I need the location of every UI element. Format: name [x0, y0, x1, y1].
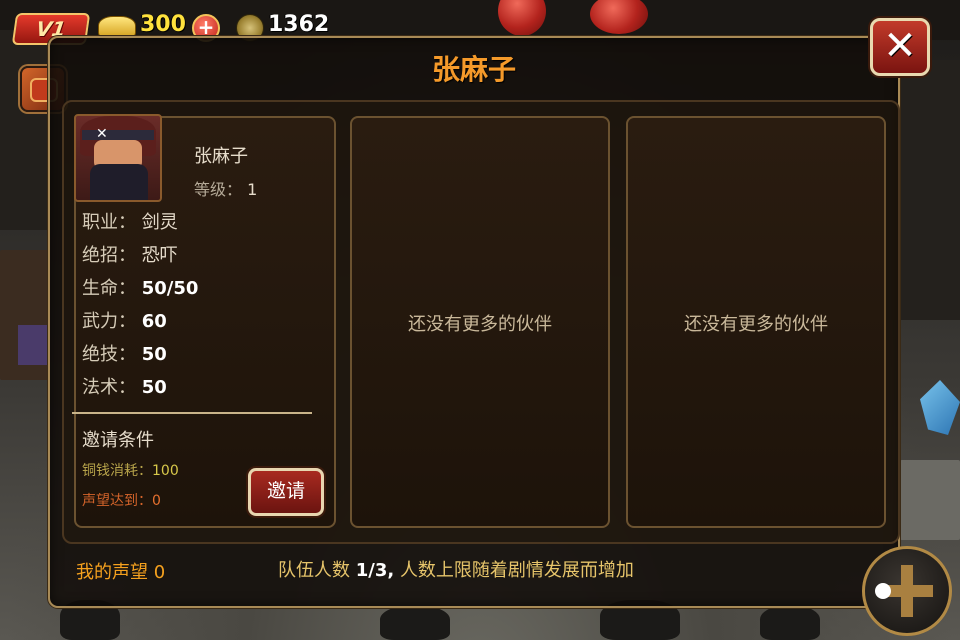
team-size-label: 队伍人数	[278, 560, 350, 581]
my-reputation-value: 0	[153, 562, 166, 583]
stat-value: 恐吓	[141, 245, 178, 266]
stat-label: 绝招：	[82, 245, 136, 266]
stat-magic: 法术： 50	[82, 373, 167, 399]
invite-cost: 铜钱消耗：100	[82, 460, 179, 480]
gold-amount: 300	[140, 12, 186, 37]
stat-label: 生命：	[82, 278, 136, 299]
stat-value: 50	[141, 377, 167, 398]
dialog-title: 张麻子	[431, 53, 516, 86]
stat-hp: 生命： 50/50	[82, 274, 198, 300]
invite-conditions-title: 邀请条件	[82, 430, 154, 451]
stat-label: 职业：	[82, 212, 136, 233]
coin-amount: 1362	[268, 12, 330, 37]
stat-class: 职业： 剑灵	[82, 208, 178, 234]
empty-slot-text: 还没有更多的伙伴	[408, 314, 552, 335]
partner-slot-2: 还没有更多的伙伴	[626, 116, 886, 528]
invite-button[interactable]: 邀请	[248, 468, 324, 516]
stat-value: 50	[141, 344, 167, 365]
joystick-icon[interactable]	[862, 546, 952, 636]
invite-reputation-label: 声望达到：	[82, 493, 152, 509]
stat-label: 武力：	[82, 311, 136, 332]
stat-value: 50/50	[141, 278, 199, 299]
stat-force: 武力： 60	[82, 307, 167, 333]
stat-label: 绝技：	[82, 344, 136, 365]
stat-skill: 绝技： 50	[82, 340, 167, 366]
team-size-note: 人数上限随着剧情发展而增加	[399, 560, 634, 581]
invite-cost-value: 100	[152, 463, 179, 479]
stat-value: 60	[141, 311, 167, 332]
close-button[interactable]: ✕	[870, 18, 930, 76]
close-icon: ✕	[883, 23, 917, 69]
partner-slot-1: 还没有更多的伙伴	[350, 116, 610, 528]
my-reputation: 我的声望 0	[76, 558, 165, 584]
stat-ultimate: 绝招： 恐吓	[82, 241, 178, 267]
my-reputation-label: 我的声望	[76, 562, 148, 583]
stat-label: 法术：	[82, 377, 136, 398]
hero-name: 张麻子	[194, 146, 248, 167]
invite-reputation: 声望达到：0	[82, 490, 161, 510]
hero-level-label: 等级：	[194, 180, 243, 199]
hero-level: 等级： 1	[194, 176, 257, 200]
hero-portrait: ✕	[74, 114, 162, 202]
hero-level-value: 1	[247, 180, 258, 199]
team-size-info: 队伍人数 1/3, 人数上限随着剧情发展而增加	[278, 556, 634, 582]
divider	[72, 412, 312, 414]
stat-value: 剑灵	[141, 212, 178, 233]
scar-mark-icon: ✕	[96, 126, 108, 142]
team-size-value: 1/3,	[355, 560, 395, 581]
invite-cost-label: 铜钱消耗：	[82, 463, 152, 479]
invite-reputation-value: 0	[152, 493, 161, 509]
empty-slot-text: 还没有更多的伙伴	[684, 314, 828, 335]
